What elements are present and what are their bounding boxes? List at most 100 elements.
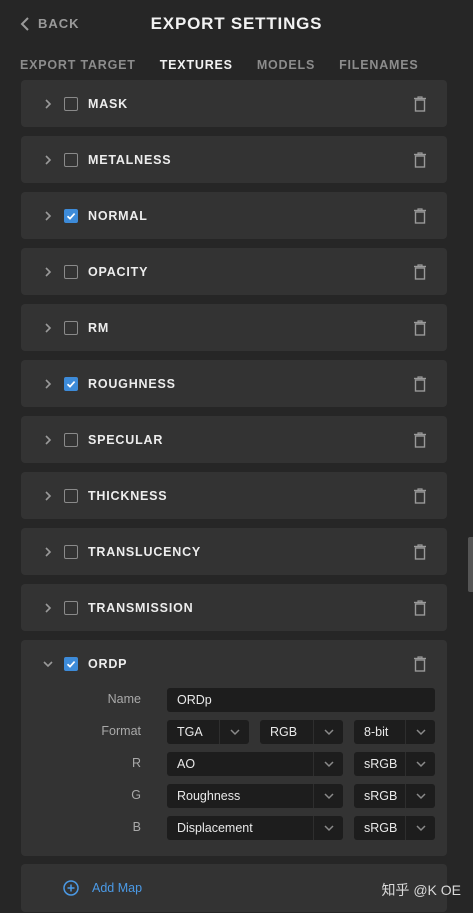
chevron-right-icon[interactable] <box>43 154 53 165</box>
format-depth-value: 8-bit <box>364 725 389 739</box>
chevron-down-icon[interactable] <box>43 659 53 669</box>
texture-label: NORMAL <box>88 208 148 223</box>
channel-g-colorspace-select[interactable]: sRGB <box>354 784 435 808</box>
texture-checkbox[interactable] <box>64 264 78 279</box>
texture-checkbox[interactable] <box>64 208 78 223</box>
channel-b-colorspace-value: sRGB <box>364 821 398 835</box>
texture-label: TRANSLUCENCY <box>88 544 202 559</box>
header: BACK EXPORT SETTINGS <box>0 0 473 48</box>
channel-g-label: G <box>131 788 141 802</box>
channel-r-source-select[interactable]: AO <box>167 752 343 776</box>
texture-checkbox[interactable] <box>64 600 78 615</box>
chevron-down-icon <box>324 793 334 800</box>
chevron-right-icon[interactable] <box>43 378 53 389</box>
texture-row[interactable]: THICKNESS <box>21 472 447 519</box>
texture-label: THICKNESS <box>88 488 168 503</box>
name-input[interactable]: ORDp <box>167 688 435 712</box>
trash-icon[interactable] <box>413 487 427 504</box>
dropdown-button[interactable] <box>313 720 343 744</box>
chevron-right-icon[interactable] <box>43 210 53 221</box>
channel-r-source-value: AO <box>177 757 196 771</box>
side-panel-handle[interactable] <box>468 537 473 592</box>
texture-row[interactable]: TRANSLUCENCY <box>21 528 447 575</box>
trash-icon[interactable] <box>413 151 427 168</box>
texture-label: ROUGHNESS <box>88 376 176 391</box>
texture-row[interactable]: METALNESS <box>21 136 447 183</box>
texture-row[interactable]: MASK <box>21 80 447 127</box>
name-label: Name <box>107 692 141 706</box>
texture-label: OPACITY <box>88 264 149 279</box>
texture-row[interactable]: OPACITY <box>21 248 447 295</box>
channel-r-label: R <box>131 756 141 770</box>
page-title: EXPORT SETTINGS <box>150 14 323 33</box>
chevron-down-icon <box>416 793 426 800</box>
format-channels-select[interactable]: RGB <box>260 720 343 744</box>
texture-label: METALNESS <box>88 152 172 167</box>
texture-row-ordp: ORDP Name ORDp Format TGA RGB 8-bit R AO <box>21 640 447 856</box>
add-map-button[interactable]: Add Map <box>92 881 142 895</box>
texture-checkbox[interactable] <box>64 320 78 335</box>
channel-g-colorspace-value: sRGB <box>364 789 398 803</box>
format-label: Format <box>101 724 141 738</box>
channel-r-colorspace-value: sRGB <box>364 757 398 771</box>
checkmark-icon <box>66 380 76 388</box>
trash-icon[interactable] <box>413 599 427 616</box>
texture-row[interactable]: ROUGHNESS <box>21 360 447 407</box>
dropdown-button[interactable] <box>405 816 435 840</box>
texture-checkbox[interactable] <box>64 432 78 447</box>
chevron-right-icon[interactable] <box>43 546 53 557</box>
trash-icon[interactable] <box>413 207 427 224</box>
dropdown-button[interactable] <box>313 752 343 776</box>
trash-icon[interactable] <box>413 95 427 112</box>
texture-checkbox[interactable] <box>64 96 78 111</box>
channel-b-label: B <box>132 820 141 834</box>
texture-checkbox[interactable] <box>64 544 78 559</box>
texture-checkbox[interactable] <box>64 376 78 391</box>
chevron-down-icon <box>324 761 334 768</box>
dropdown-button[interactable] <box>405 752 435 776</box>
trash-icon[interactable] <box>413 263 427 280</box>
dropdown-button[interactable] <box>219 720 249 744</box>
texture-label: RM <box>88 320 110 335</box>
trash-icon[interactable] <box>413 375 427 392</box>
chevron-right-icon[interactable] <box>43 602 53 613</box>
watermark: 知乎 @K OE <box>381 882 461 898</box>
texture-label: ORDP <box>88 656 128 671</box>
channel-r-colorspace-select[interactable]: sRGB <box>354 752 435 776</box>
ordp-checkbox[interactable] <box>64 656 78 671</box>
channel-b-colorspace-select[interactable]: sRGB <box>354 816 435 840</box>
checkmark-icon <box>66 660 76 668</box>
texture-label: MASK <box>88 96 129 111</box>
texture-row-header[interactable]: ORDP <box>21 640 447 687</box>
chevron-right-icon[interactable] <box>43 266 53 277</box>
texture-row[interactable]: SPECULAR <box>21 416 447 463</box>
texture-label: SPECULAR <box>88 432 164 447</box>
chevron-right-icon[interactable] <box>43 434 53 445</box>
chevron-right-icon[interactable] <box>43 98 53 109</box>
trash-icon[interactable] <box>413 655 427 672</box>
add-circle-icon[interactable] <box>63 880 79 896</box>
texture-checkbox[interactable] <box>64 152 78 167</box>
dropdown-button[interactable] <box>313 816 343 840</box>
dropdown-button[interactable] <box>405 720 435 744</box>
trash-icon[interactable] <box>413 431 427 448</box>
trash-icon[interactable] <box>413 319 427 336</box>
channel-b-source-select[interactable]: Displacement <box>167 816 343 840</box>
checkmark-icon <box>66 212 76 220</box>
dropdown-button[interactable] <box>405 784 435 808</box>
texture-checkbox[interactable] <box>64 488 78 503</box>
dropdown-button[interactable] <box>313 784 343 808</box>
format-depth-select[interactable]: 8-bit <box>354 720 435 744</box>
texture-row[interactable]: NORMAL <box>21 192 447 239</box>
trash-icon[interactable] <box>413 543 427 560</box>
chevron-down-icon <box>416 729 426 736</box>
chevron-down-icon <box>416 825 426 832</box>
texture-row[interactable]: TRANSMISSION <box>21 584 447 631</box>
texture-row[interactable]: RM <box>21 304 447 351</box>
chevron-right-icon[interactable] <box>43 322 53 333</box>
channel-g-source-select[interactable]: Roughness <box>167 784 343 808</box>
texture-label: TRANSMISSION <box>88 600 194 615</box>
chevron-right-icon[interactable] <box>43 490 53 501</box>
format-type-select[interactable]: TGA <box>167 720 249 744</box>
format-channels-value: RGB <box>270 725 298 739</box>
